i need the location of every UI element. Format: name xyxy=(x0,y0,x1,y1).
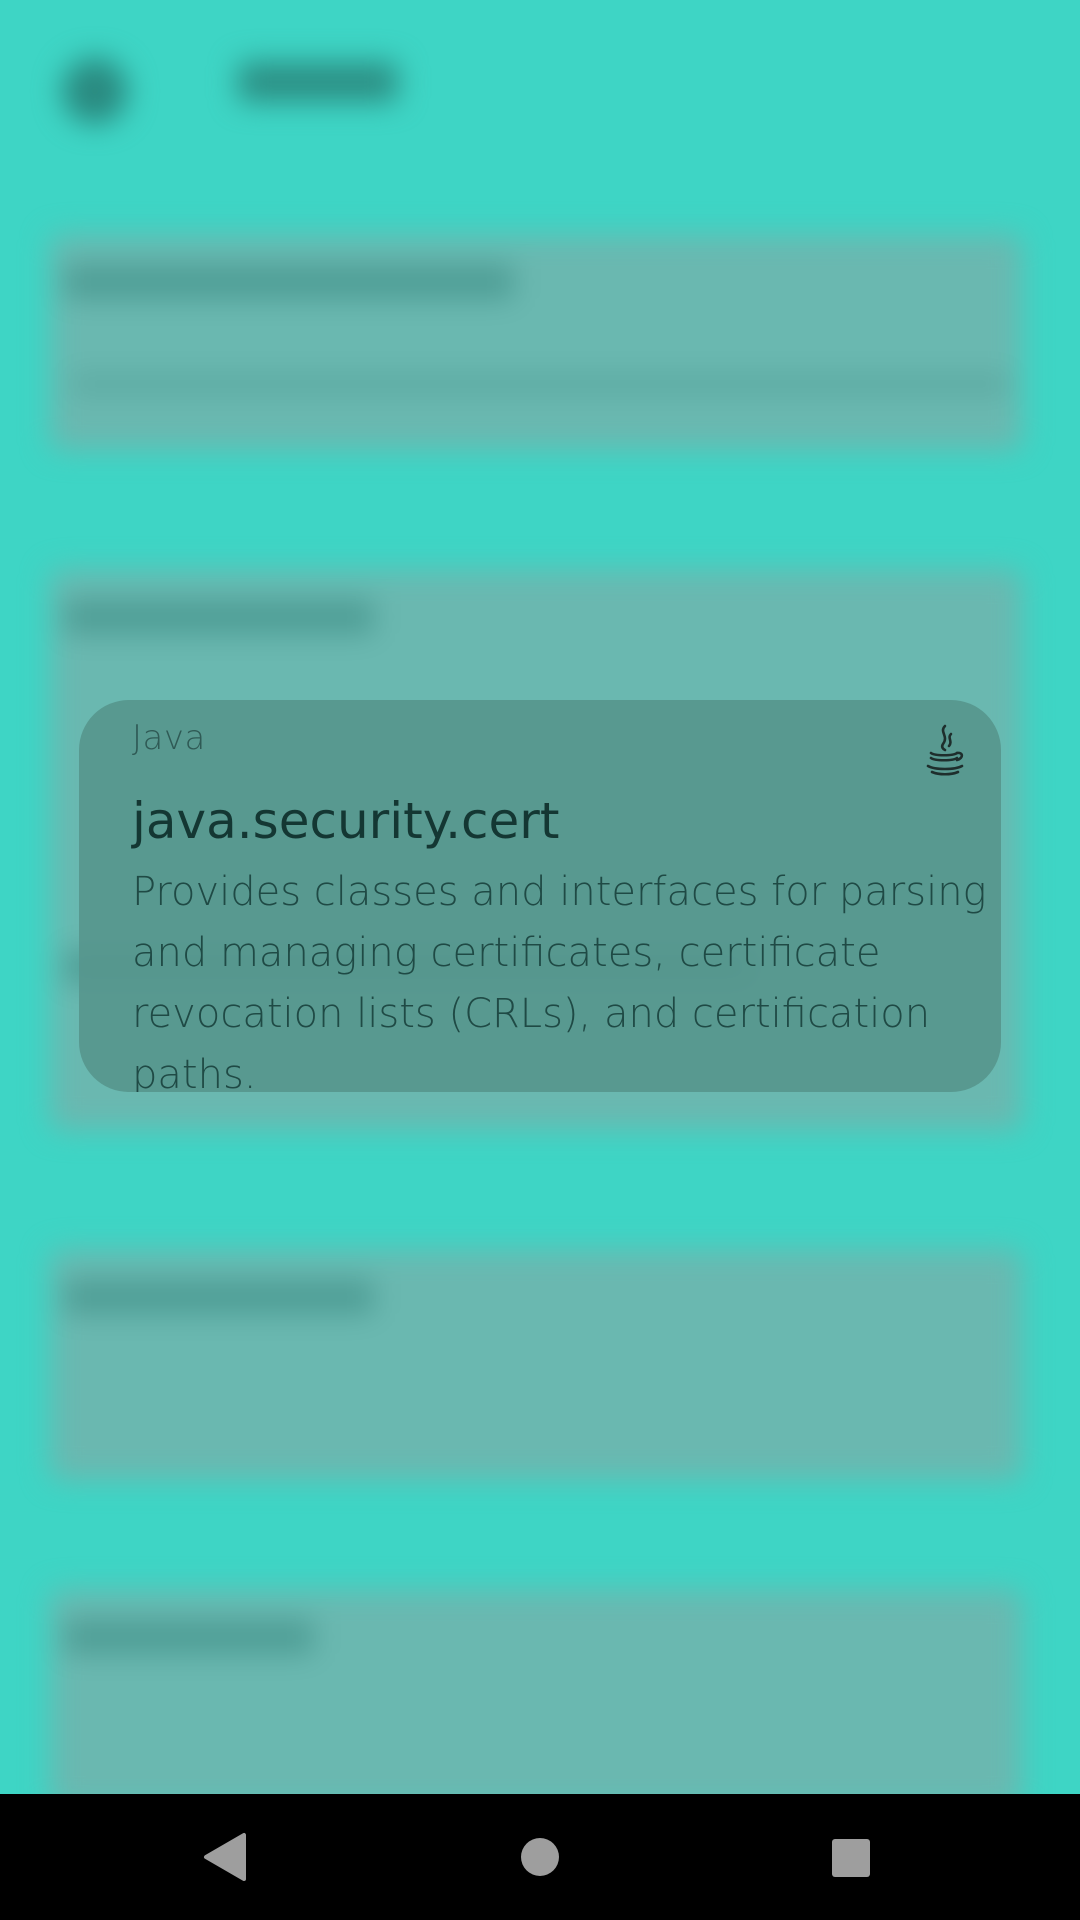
home-button[interactable] xyxy=(477,1794,603,1920)
notification-app-name: Java xyxy=(132,718,206,758)
recents-icon xyxy=(832,1839,870,1877)
java-coffee-cup-icon xyxy=(919,722,971,778)
notification-popup[interactable]: Java java.security.cert Provides classes… xyxy=(79,700,1001,1092)
navigation-bar xyxy=(0,1794,1080,1920)
notification-title: java.security.cert xyxy=(132,792,560,850)
back-button[interactable] xyxy=(164,1794,290,1920)
screen: Java java.security.cert Provides classes… xyxy=(0,0,1080,1920)
blurred-app-title xyxy=(238,62,398,102)
home-icon xyxy=(521,1838,559,1876)
blurred-card xyxy=(50,1250,1022,1480)
notification-description: Provides classes and interfaces for pars… xyxy=(132,869,987,1092)
blurred-card xyxy=(50,1590,1022,1810)
blurred-card xyxy=(50,235,1022,450)
recents-button[interactable] xyxy=(787,1794,913,1920)
back-icon xyxy=(204,1833,246,1881)
blurred-app-icon xyxy=(62,58,128,124)
